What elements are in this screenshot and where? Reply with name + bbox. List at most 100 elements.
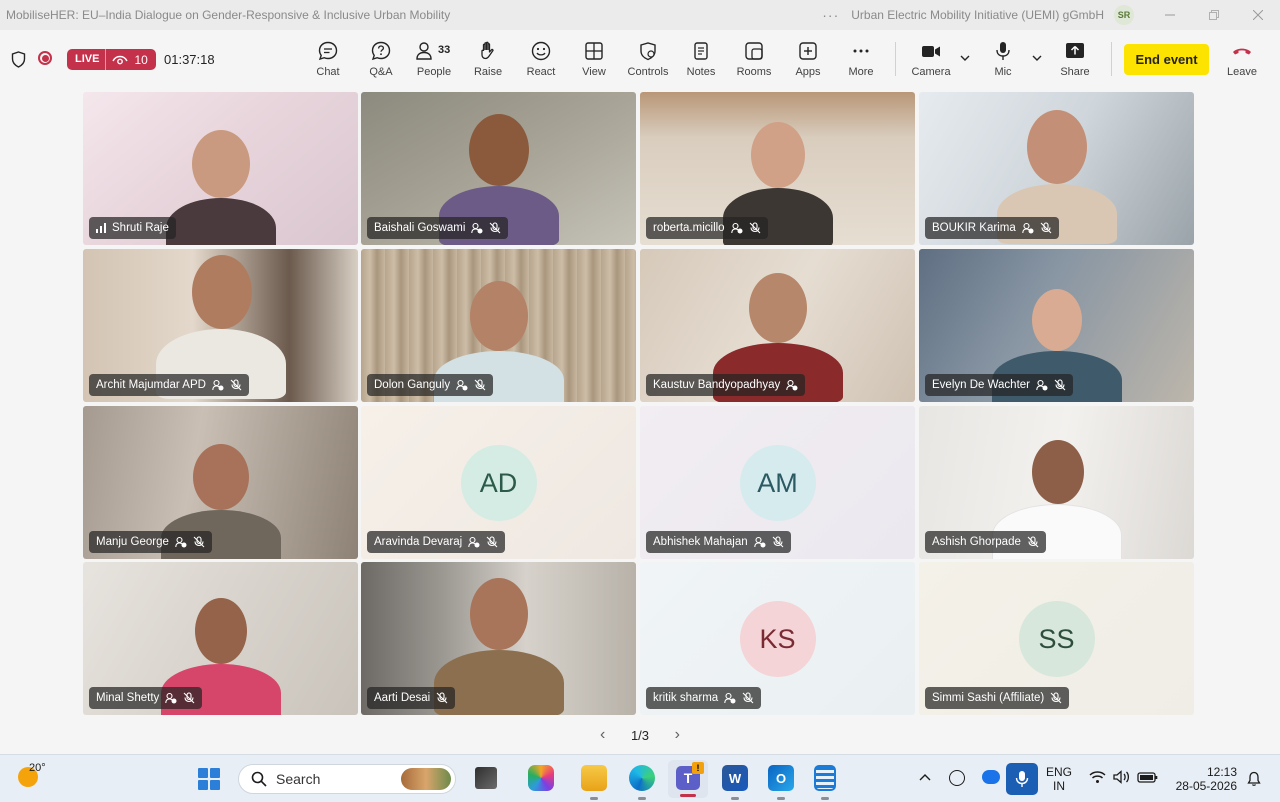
- participant-tile[interactable]: Archit Majumdar APD: [83, 249, 358, 402]
- participant-tile[interactable]: Baishali Goswami: [361, 92, 636, 245]
- mic-button[interactable]: Mic: [977, 40, 1029, 84]
- muted-mic-icon: [436, 692, 448, 704]
- rooms-icon: [745, 42, 763, 60]
- chat-button[interactable]: Chat: [302, 40, 354, 84]
- mic-options-chevron-down-icon[interactable]: [1032, 54, 1042, 62]
- network-status-icon[interactable]: [949, 770, 965, 786]
- input-language[interactable]: ENG IN: [1046, 765, 1072, 793]
- grid-view-icon: [585, 42, 603, 60]
- participant-tile[interactable]: Ashish Ghorpade: [919, 406, 1194, 559]
- notification-bell-icon[interactable]: [1246, 771, 1262, 787]
- attendee-role-icon: [175, 536, 187, 548]
- weather-widget[interactable]: 20°: [18, 762, 46, 787]
- volume-icon[interactable]: [1113, 770, 1130, 784]
- outlook-icon[interactable]: O: [768, 765, 794, 791]
- previous-page-chevron-left-icon[interactable]: ‹: [600, 726, 605, 744]
- leave-button[interactable]: Leave: [1222, 40, 1262, 84]
- start-button[interactable]: [198, 768, 220, 790]
- camera-options-chevron-down-icon[interactable]: [960, 54, 970, 62]
- end-event-button[interactable]: End event: [1124, 44, 1209, 75]
- participant-nametag: Archit Majumdar APD: [89, 374, 249, 396]
- signal-bars-icon: [96, 223, 107, 233]
- more-options-icon[interactable]: ···: [822, 7, 839, 23]
- raise-hand-button[interactable]: Raise: [462, 40, 514, 84]
- app-running-indicator: [731, 797, 739, 800]
- close-button[interactable]: [1236, 0, 1280, 30]
- edge-browser-icon[interactable]: [629, 765, 655, 791]
- word-icon[interactable]: W: [722, 765, 748, 791]
- participant-tile[interactable]: AD Aravinda Devaraj: [361, 406, 636, 559]
- gallery-pager: ‹ 1/3 ›: [600, 725, 680, 745]
- attendee-role-icon: [724, 692, 736, 704]
- app-running-indicator: [638, 797, 646, 800]
- participant-tile[interactable]: Kaustuv Bandyopadhyay: [640, 249, 915, 402]
- notes-button[interactable]: Notes: [675, 40, 727, 84]
- system-clock[interactable]: 12:13 28-05-2026: [1175, 765, 1237, 793]
- muted-mic-icon: [742, 692, 754, 704]
- next-page-chevron-right-icon[interactable]: ›: [675, 726, 680, 744]
- live-indicator[interactable]: LIVE 10: [67, 49, 156, 70]
- show-hidden-icons-chevron-up-icon[interactable]: [919, 773, 931, 782]
- share-button[interactable]: Share: [1049, 40, 1101, 84]
- camera-button[interactable]: Camera: [905, 40, 957, 84]
- participant-nametag: Baishali Goswami: [367, 217, 509, 239]
- viewer-count-value: 10: [134, 52, 148, 67]
- qa-icon: [371, 41, 391, 61]
- eye-icon: [112, 55, 129, 64]
- wifi-icon[interactable]: [1089, 770, 1106, 784]
- more-button[interactable]: More: [835, 40, 887, 84]
- clock-date: 28-05-2026: [1175, 779, 1237, 793]
- rooms-button[interactable]: Rooms: [728, 40, 780, 84]
- battery-icon[interactable]: [1137, 770, 1158, 784]
- participant-tile[interactable]: Manju George: [83, 406, 358, 559]
- muted-mic-icon: [183, 692, 195, 704]
- muted-mic-icon: [749, 222, 761, 234]
- shield-icon[interactable]: [11, 51, 26, 68]
- windows-logo-icon: [198, 780, 208, 790]
- participant-tile[interactable]: Evelyn De Wachter: [919, 249, 1194, 402]
- attendee-role-icon: [468, 536, 480, 548]
- taskbar-search[interactable]: Search: [238, 764, 456, 794]
- apps-label: Apps: [795, 66, 821, 78]
- participant-tile[interactable]: SS Simmi Sashi (Affiliate): [919, 562, 1194, 715]
- muted-mic-icon: [489, 222, 501, 234]
- attendee-role-icon: [730, 222, 743, 234]
- participant-avatar: KS: [739, 601, 816, 677]
- chat-label: Chat: [316, 66, 340, 78]
- controls-icon: [640, 42, 656, 61]
- user-avatar[interactable]: SR: [1114, 5, 1134, 25]
- muted-mic-icon: [1027, 536, 1039, 548]
- participant-tile[interactable]: Aarti Desai: [361, 562, 636, 715]
- task-view-icon[interactable]: [475, 767, 497, 789]
- teams-taskbar-button[interactable]: T !: [668, 760, 708, 798]
- view-button[interactable]: View: [568, 40, 620, 84]
- onedrive-cloud-icon[interactable]: [982, 770, 1000, 784]
- more-label: More: [848, 66, 874, 78]
- react-button[interactable]: React: [515, 40, 567, 84]
- participant-tile[interactable]: BOUKIR Karima: [919, 92, 1194, 245]
- participant-tile[interactable]: AM Abhishek Mahajan: [640, 406, 915, 559]
- apps-button[interactable]: Apps: [782, 40, 834, 84]
- microphone-in-use-button[interactable]: [1006, 763, 1038, 795]
- qa-button[interactable]: Q&A: [355, 40, 407, 84]
- file-explorer-icon[interactable]: [581, 765, 607, 791]
- app-running-indicator: [821, 797, 829, 800]
- participant-tile[interactable]: Minal Shetty: [83, 562, 358, 715]
- participant-tile[interactable]: KS kritik sharma: [640, 562, 915, 715]
- people-button[interactable]: 33 People: [408, 40, 460, 84]
- participant-tile[interactable]: Dolon Ganguly: [361, 249, 636, 402]
- search-icon: [251, 771, 267, 787]
- minimize-button[interactable]: [1148, 0, 1192, 30]
- language-code: ENG: [1046, 765, 1073, 779]
- participant-tile[interactable]: Shruti Raje: [83, 92, 358, 245]
- restore-button[interactable]: [1192, 0, 1236, 30]
- notepad-icon[interactable]: [814, 765, 836, 791]
- participant-name: kritik sharma: [653, 692, 719, 704]
- notes-icon: [694, 42, 708, 60]
- notes-label: Notes: [686, 66, 716, 78]
- copilot-icon[interactable]: [528, 765, 554, 791]
- participant-tile[interactable]: roberta.micillo: [640, 92, 915, 245]
- clock-time: 12:13: [1206, 765, 1237, 779]
- region-code: IN: [1053, 779, 1065, 793]
- controls-button[interactable]: Controls: [622, 40, 674, 84]
